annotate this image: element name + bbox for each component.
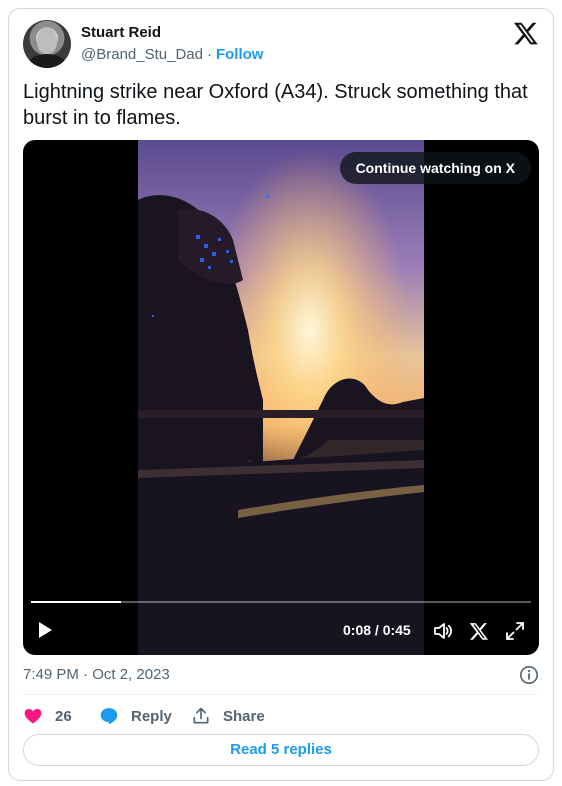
heart-icon [24, 708, 42, 724]
read-replies-button[interactable]: Read 5 replies [23, 734, 539, 766]
video-player[interactable]: Continue watching on X 0:08 / 0:45 [23, 140, 539, 655]
volume-icon[interactable] [433, 621, 453, 641]
avatar-shoulders [27, 54, 67, 68]
reply-button[interactable]: Reply [99, 704, 172, 728]
author-name[interactable]: Stuart Reid [81, 24, 161, 41]
separator-dot: · [206, 46, 212, 63]
progress-bar[interactable] [31, 601, 531, 603]
reply-label: Reply [131, 707, 172, 725]
avatar[interactable] [23, 20, 71, 68]
x-logo-icon[interactable] [513, 20, 539, 46]
info-icon[interactable] [519, 665, 539, 685]
author-handle[interactable]: @Brand_Stu_Dad [81, 46, 203, 63]
tweet-card: Stuart Reid @Brand_Stu_Dad · Follow Lightn… [8, 8, 554, 781]
share-icon [193, 707, 209, 724]
progress-fill [31, 601, 121, 603]
follow-button[interactable]: Follow [216, 46, 264, 63]
reply-icon [100, 708, 118, 725]
x-video-icon[interactable] [469, 621, 489, 641]
author-handle-line: @Brand_Stu_Dad · Follow [81, 46, 263, 63]
avatar-face [37, 28, 57, 54]
continue-watching-button[interactable]: Continue watching on X [339, 152, 531, 184]
like-button[interactable]: 26 [23, 704, 72, 728]
share-button[interactable]: Share [191, 704, 265, 728]
fullscreen-icon[interactable] [505, 621, 525, 641]
tweet-header: Stuart Reid @Brand_Stu_Dad · Follow [23, 20, 539, 68]
share-label: Share [223, 707, 265, 725]
video-time: 0:08 / 0:45 [343, 622, 411, 638]
play-icon[interactable] [35, 620, 55, 640]
like-count: 26 [55, 707, 72, 725]
tweet-text: Lightning strike near Oxford (A34). Stru… [23, 81, 528, 129]
tweet-timestamp[interactable]: 7:49 PM · Oct 2, 2023 [23, 666, 170, 683]
video-frame[interactable] [138, 140, 424, 655]
divider [23, 694, 539, 695]
